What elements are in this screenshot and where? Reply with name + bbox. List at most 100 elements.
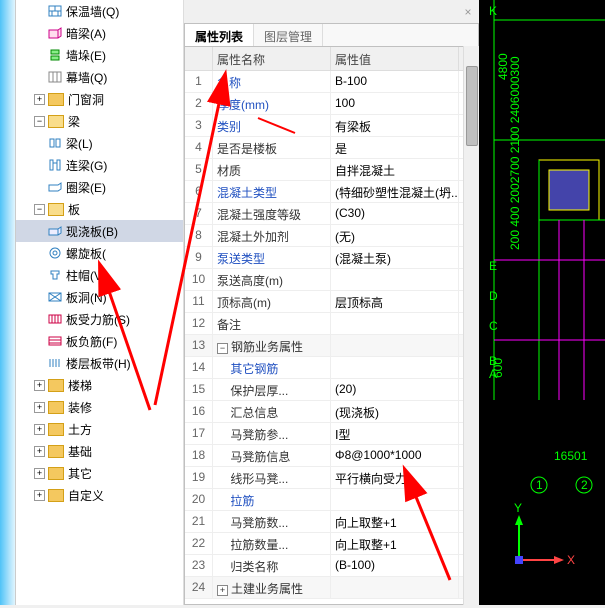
svg-text:Y: Y	[514, 501, 522, 515]
pier-icon	[48, 49, 62, 61]
tree-item[interactable]: 幕墙(Q)	[16, 66, 183, 88]
expand-icon[interactable]: +	[34, 446, 45, 457]
property-row[interactable]: 9泵送类型(混凝土泵)☐	[185, 247, 478, 269]
tree-folder[interactable]: +自定义	[16, 484, 183, 506]
svg-text:1: 1	[536, 478, 543, 492]
tree-item[interactable]: 墙垛(E)	[16, 44, 183, 66]
property-row[interactable]: 5材质自拌混凝土☐	[185, 159, 478, 181]
property-row[interactable]: 20 拉筋☐	[185, 489, 478, 511]
expand-icon[interactable]: +	[34, 94, 45, 105]
tree-item[interactable]: 圈梁(E)	[16, 176, 183, 198]
component-tree[interactable]: 保温墙(Q) 暗梁(A) 墙垛(E) 幕墙(Q) +门窗洞 −梁 梁(L) 连梁…	[16, 0, 184, 605]
neg-rebar-icon	[48, 335, 62, 347]
spiral-icon	[48, 247, 62, 259]
tree-item[interactable]: 螺旋板(	[16, 242, 183, 264]
tree-item-selected[interactable]: 现浇板(B)	[16, 220, 183, 242]
property-row[interactable]: 24+土建业务属性	[185, 577, 478, 599]
tree-folder[interactable]: +装修	[16, 396, 183, 418]
property-grid: 属性名称 属性值 附 1名称B-100☐2厚度(mm)100☐3类别有梁板☐4是…	[184, 46, 479, 605]
tree-folder[interactable]: −板	[16, 198, 183, 220]
expand-icon[interactable]: +	[34, 402, 45, 413]
expand-icon[interactable]: +	[34, 468, 45, 479]
property-row[interactable]: 3类别有梁板☐	[185, 115, 478, 137]
tab-layers[interactable]: 图层管理	[254, 24, 323, 47]
folder-open-icon	[48, 203, 64, 216]
property-row[interactable]: 8混凝土外加剂(无)☐	[185, 225, 478, 247]
tree-item[interactable]: 柱帽(V)	[16, 264, 183, 286]
tree-item[interactable]: 楼层板带(H)	[16, 352, 183, 374]
folder-icon	[48, 467, 64, 480]
folder-icon	[48, 445, 64, 458]
wall-icon	[48, 5, 62, 17]
svg-text:X: X	[567, 553, 575, 567]
tree-item[interactable]: 板负筋(F)	[16, 330, 183, 352]
svg-text:16501: 16501	[554, 449, 588, 463]
tree-item[interactable]: 板洞(N)	[16, 286, 183, 308]
curtain-icon	[48, 71, 62, 83]
tree-item[interactable]: 连梁(G)	[16, 154, 183, 176]
tree-item[interactable]: 板受力筋(S)	[16, 308, 183, 330]
property-row[interactable]: 22 拉筋数量...向上取整+1☐	[185, 533, 478, 555]
col-value[interactable]: 属性值	[331, 47, 459, 70]
property-row[interactable]: 7混凝土强度等级(C30)☐	[185, 203, 478, 225]
tree-folder[interactable]: +其它	[16, 462, 183, 484]
property-row[interactable]: 1名称B-100☐	[185, 71, 478, 93]
expand-icon[interactable]: +	[34, 490, 45, 501]
ring-beam-icon	[48, 181, 62, 193]
cap-icon	[48, 269, 62, 281]
rebar-icon	[48, 313, 62, 325]
property-row[interactable]: 18 马凳筋信息Φ8@1000*1000☐	[185, 445, 478, 467]
tree-item[interactable]: 保温墙(Q)	[16, 0, 183, 22]
col-name[interactable]: 属性名称	[213, 47, 331, 70]
cad-viewport[interactable]: K 4800 200 400 2002700 2100 2406000300 E…	[479, 0, 605, 605]
hole-icon	[48, 291, 62, 303]
property-row[interactable]: 15 保护层厚...(20)☐	[185, 379, 478, 401]
property-row[interactable]: 16 汇总信息(现浇板)☐	[185, 401, 478, 423]
svg-text:C: C	[489, 319, 498, 333]
svg-text:600: 600	[491, 358, 505, 378]
scroll-thumb[interactable]	[466, 66, 478, 146]
scrollbar[interactable]	[463, 46, 479, 605]
expand-icon[interactable]: +	[34, 424, 45, 435]
property-row[interactable]: 13−钢筋业务属性	[185, 335, 478, 357]
tree-item[interactable]: 梁(L)	[16, 132, 183, 154]
svg-text:2: 2	[581, 478, 588, 492]
property-row[interactable]: 19 线形马凳...平行横向受力...☐	[185, 467, 478, 489]
tree-folder[interactable]: +门窗洞	[16, 88, 183, 110]
tree-folder[interactable]: +楼梯	[16, 374, 183, 396]
property-row[interactable]: 11顶标高(m)层顶标高☐	[185, 291, 478, 313]
tree-folder[interactable]: −梁	[16, 110, 183, 132]
svg-text:D: D	[489, 289, 498, 303]
collapse-icon[interactable]: −	[34, 204, 45, 215]
tab-properties[interactable]: 属性列表	[185, 24, 254, 47]
folder-icon	[48, 423, 64, 436]
folder-icon	[48, 489, 64, 502]
property-row[interactable]: 14 其它钢筋	[185, 357, 478, 379]
folder-icon	[48, 93, 64, 106]
beam-icon	[48, 27, 62, 39]
property-row[interactable]: 21 马凳筋数...向上取整+1☐	[185, 511, 478, 533]
tree-folder[interactable]: +基础	[16, 440, 183, 462]
expand-icon[interactable]: +	[34, 380, 45, 391]
beam-g-icon	[48, 159, 62, 171]
tab-bar: 属性列表 图层管理	[184, 23, 479, 47]
collapse-icon[interactable]: −	[34, 116, 45, 127]
property-row[interactable]: 12备注☐	[185, 313, 478, 335]
folder-open-icon	[48, 115, 64, 128]
property-row[interactable]: 6混凝土类型(特细砂塑性混凝土(坍...☐	[185, 181, 478, 203]
strip-icon	[48, 357, 62, 369]
cad-drawing: K 4800 200 400 2002700 2100 2406000300 E…	[479, 0, 605, 605]
property-row[interactable]: 23 归类名称(B-100)☐	[185, 555, 478, 577]
svg-text:E: E	[489, 259, 497, 273]
folder-icon	[48, 379, 64, 392]
close-icon[interactable]: ×	[459, 3, 477, 21]
folder-icon	[48, 401, 64, 414]
property-row[interactable]: 10泵送高度(m)	[185, 269, 478, 291]
property-row[interactable]: 17 马凳筋参...Ⅰ型☐	[185, 423, 478, 445]
slab-icon	[48, 225, 62, 237]
tree-item[interactable]: 暗梁(A)	[16, 22, 183, 44]
property-row[interactable]: 2厚度(mm)100☐	[185, 93, 478, 115]
tree-folder[interactable]: +土方	[16, 418, 183, 440]
property-row[interactable]: 4是否是楼板是☐	[185, 137, 478, 159]
beam-l-icon	[48, 137, 62, 149]
